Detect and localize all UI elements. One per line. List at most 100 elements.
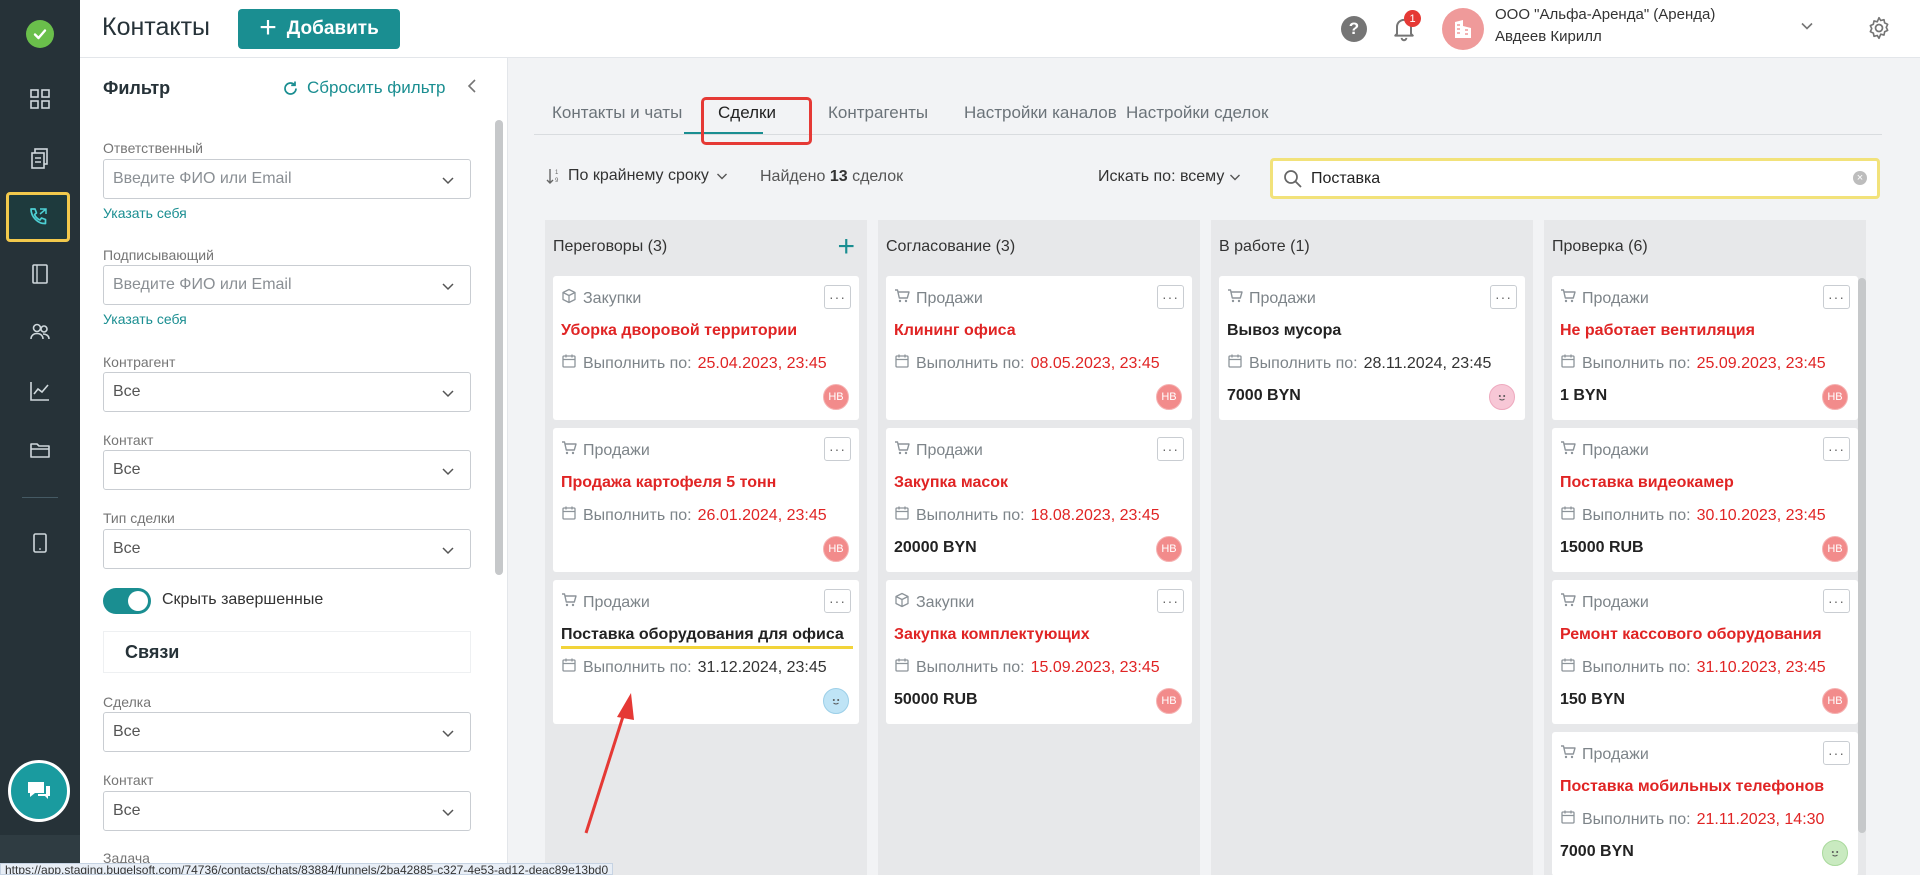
assignee-avatar[interactable]: НВ bbox=[1156, 688, 1182, 714]
more-options-icon[interactable]: ··· bbox=[824, 437, 851, 461]
tab-counterparties[interactable]: Контрагенты bbox=[828, 103, 928, 123]
sort-dropdown[interactable]: 19 По крайнему сроку bbox=[546, 167, 729, 185]
deal-title[interactable]: Продажа картофеля 5 тонн bbox=[561, 474, 776, 492]
logo-check-icon[interactable] bbox=[26, 20, 54, 48]
assignee-avatar[interactable]: НВ bbox=[1156, 536, 1182, 562]
chat-button[interactable] bbox=[8, 760, 70, 822]
hide-completed-toggle[interactable] bbox=[103, 588, 151, 614]
assignee-avatar[interactable]: НВ bbox=[1822, 384, 1848, 410]
deal-due: Выполнить по: 31.12.2024, 23:45 bbox=[561, 657, 827, 678]
deal-title[interactable]: Поставка мобильных телефонов bbox=[1560, 778, 1824, 796]
assignee-avatar[interactable]: НВ bbox=[823, 384, 849, 410]
assignee-avatar[interactable]: НВ bbox=[1822, 688, 1848, 714]
deal-type-label: Продажи bbox=[1582, 593, 1649, 611]
org-avatar[interactable] bbox=[1442, 8, 1484, 50]
deal-title[interactable]: Вывоз мусора bbox=[1227, 322, 1341, 340]
more-options-icon[interactable]: ··· bbox=[824, 285, 851, 309]
deal-title[interactable]: Закупка комплектующих bbox=[894, 626, 1090, 644]
assign-self-link[interactable]: Указать себя bbox=[103, 311, 187, 327]
assignee-avatar[interactable]: НВ bbox=[1156, 384, 1182, 410]
column-title: Проверка (6) bbox=[1552, 238, 1648, 255]
links-section-header: Связи bbox=[103, 631, 471, 673]
assignee-avatar[interactable] bbox=[823, 688, 849, 714]
deal-card[interactable]: Продажи ··· Поставка видеокамер Выполнить п… bbox=[1552, 428, 1858, 572]
sort-label: По крайнему сроку bbox=[568, 167, 709, 184]
board-scrollbar[interactable] bbox=[1858, 278, 1866, 833]
deal-title[interactable]: Ремонт кассового оборудования bbox=[1560, 626, 1822, 644]
deal-title[interactable]: Не работает вентиляция bbox=[1560, 322, 1755, 340]
deal-card[interactable]: Продажи ··· Не работает вентиляция Выполнит… bbox=[1552, 276, 1858, 420]
deal-card[interactable]: Закупки ··· Закупка комплектующих Выполнить… bbox=[886, 580, 1192, 724]
users-icon[interactable] bbox=[20, 312, 60, 352]
signer-select[interactable]: Введите ФИО или Email bbox=[103, 265, 471, 305]
deal-card[interactable]: Продажи ··· Закупка масок Выполнить по: 18.0… bbox=[886, 428, 1192, 572]
tab-contacts-chats[interactable]: Контакты и чаты bbox=[552, 103, 682, 123]
deal-due: Выполнить по: 30.10.2023, 23:45 bbox=[1560, 505, 1826, 526]
tab-channel-settings[interactable]: Настройки каналов bbox=[964, 103, 1117, 123]
deal-title[interactable]: Поставка оборудования для офиса bbox=[561, 626, 844, 644]
signer-placeholder: Введите ФИО или Email bbox=[113, 276, 292, 293]
deal-card[interactable]: Продажи ··· Клининг офиса Выполнить по: 08.0… bbox=[886, 276, 1192, 420]
more-options-icon[interactable]: ··· bbox=[824, 589, 851, 613]
responsible-select[interactable]: Введите ФИО или Email bbox=[103, 159, 471, 199]
clear-search-icon[interactable]: × bbox=[1853, 171, 1867, 185]
deal-card[interactable]: Продажи ··· Вывоз мусора Выполнить по: 28.11… bbox=[1219, 276, 1525, 420]
deal-title[interactable]: Поставка видеокамер bbox=[1560, 474, 1734, 492]
deal-card[interactable]: Продажи ··· Поставка мобильных телефонов Вы… bbox=[1552, 732, 1858, 875]
deal-type-select[interactable]: Все bbox=[103, 529, 471, 569]
deal-card[interactable]: Продажи ··· Продажа картофеля 5 тонн Выполн… bbox=[553, 428, 859, 572]
due-date: 25.09.2023, 23:45 bbox=[1696, 354, 1826, 372]
assignee-avatar[interactable]: НВ bbox=[823, 536, 849, 562]
chevron-down-icon bbox=[442, 468, 454, 476]
deal-type: Продажи bbox=[1560, 744, 1649, 765]
more-options-icon[interactable]: ··· bbox=[1823, 589, 1850, 613]
counterparty-select[interactable]: Все bbox=[103, 372, 471, 412]
deal-card[interactable]: Продажи ··· Ремонт кассового оборудования В… bbox=[1552, 580, 1858, 724]
documents-icon[interactable] bbox=[20, 138, 60, 178]
deal-title[interactable]: Уборка дворовой территории bbox=[561, 322, 797, 340]
found-suffix: сделок bbox=[852, 168, 904, 185]
contacts-phone-icon[interactable] bbox=[6, 192, 70, 242]
filter-scrollbar[interactable] bbox=[495, 120, 503, 575]
contact-select[interactable]: Все bbox=[103, 450, 471, 490]
book-icon[interactable] bbox=[20, 254, 60, 294]
contact2-select[interactable]: Все bbox=[103, 791, 471, 831]
cart-icon bbox=[894, 440, 910, 461]
deal-title[interactable]: Закупка масок bbox=[894, 474, 1008, 492]
deal-card[interactable]: Продажи ··· Поставка оборудования для офис… bbox=[553, 580, 859, 724]
add-deal-icon[interactable]: + bbox=[837, 232, 855, 262]
calendar-icon bbox=[1560, 809, 1576, 830]
more-options-icon[interactable]: ··· bbox=[1157, 437, 1184, 461]
search-input[interactable] bbox=[1311, 169, 1831, 188]
org-name: ООО "Альфа-Аренда" (Аренда) bbox=[1495, 6, 1716, 23]
assignee-avatar[interactable] bbox=[1489, 384, 1515, 410]
help-icon[interactable]: ? bbox=[1341, 16, 1367, 42]
deal-select[interactable]: Все bbox=[103, 712, 471, 752]
search-by-dropdown[interactable]: Искать по: всему bbox=[1098, 168, 1242, 186]
dashboard-icon[interactable] bbox=[20, 79, 60, 119]
add-button[interactable]: + Добавить bbox=[238, 9, 400, 49]
reset-filter-button[interactable]: Сбросить фильтр bbox=[282, 78, 445, 98]
gear-icon[interactable] bbox=[1866, 15, 1892, 41]
chevron-down-icon[interactable] bbox=[1798, 17, 1816, 35]
assignee-avatar[interactable]: НВ bbox=[1822, 536, 1848, 562]
due-prefix: Выполнить по: bbox=[916, 506, 1025, 524]
more-options-icon[interactable]: ··· bbox=[1490, 285, 1517, 309]
tablet-icon[interactable] bbox=[20, 523, 60, 563]
assignee-avatar[interactable] bbox=[1822, 840, 1848, 866]
deal-card[interactable]: Закупки ··· Уборка дворовой территории Выпо… bbox=[553, 276, 859, 420]
cart-icon bbox=[1560, 288, 1576, 309]
folder-icon[interactable] bbox=[20, 430, 60, 470]
more-options-icon[interactable]: ··· bbox=[1157, 285, 1184, 309]
chevron-left-icon[interactable] bbox=[465, 78, 479, 99]
tab-deal-settings[interactable]: Настройки сделок bbox=[1126, 103, 1268, 123]
more-options-icon[interactable]: ··· bbox=[1823, 437, 1850, 461]
analytics-icon[interactable] bbox=[20, 371, 60, 411]
more-options-icon[interactable]: ··· bbox=[1823, 741, 1850, 765]
more-options-icon[interactable]: ··· bbox=[1157, 589, 1184, 613]
deal-value: Все bbox=[113, 723, 141, 740]
assign-self-link[interactable]: Указать себя bbox=[103, 205, 187, 221]
more-options-icon[interactable]: ··· bbox=[1823, 285, 1850, 309]
due-prefix: Выполнить по: bbox=[916, 658, 1025, 676]
deal-title[interactable]: Клининг офиса bbox=[894, 322, 1016, 340]
